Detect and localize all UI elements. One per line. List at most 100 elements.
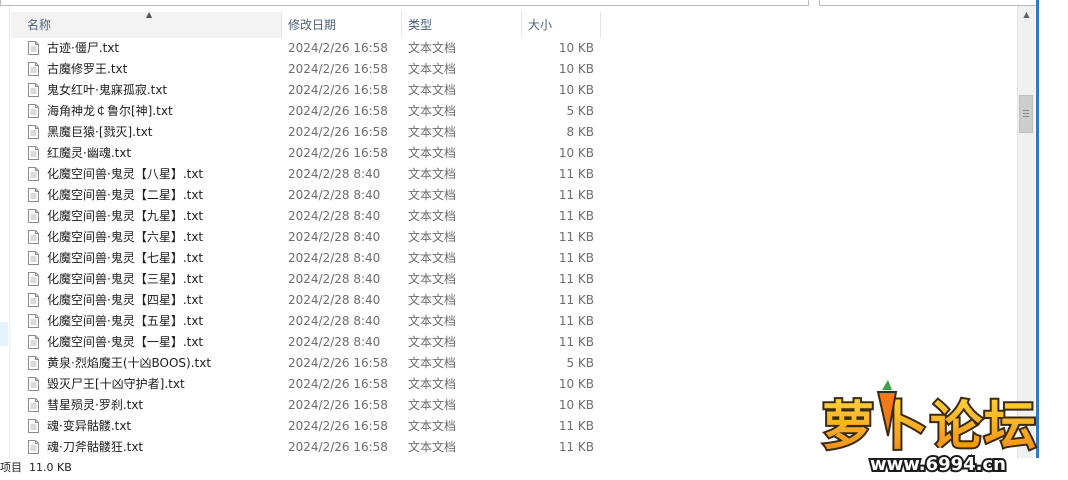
file-date: 2024/2/28 8:40 (288, 209, 381, 223)
sort-ascending-icon: ▲ (146, 10, 153, 19)
file-date: 2024/2/28 8:40 (288, 230, 381, 244)
text-file-icon (28, 104, 39, 118)
file-size: 10 KB (558, 377, 594, 391)
file-size: 10 KB (558, 398, 594, 412)
text-file-icon (28, 356, 39, 370)
file-type: 文本文档 (408, 293, 457, 307)
file-row[interactable]: 化魔空间兽·鬼灵【一星】.txt 2024/2/28 8:40 文本文档 11 KB (11, 332, 601, 353)
file-type: 文本文档 (408, 188, 457, 202)
text-file-icon (28, 83, 39, 97)
file-type: 文本文档 (408, 146, 457, 160)
file-row[interactable]: 红魔灵·幽魂.txt 2024/2/26 16:58 文本文档 10 KB (11, 143, 601, 164)
file-row[interactable]: 化魔空间兽·鬼灵【五星】.txt 2024/2/28 8:40 文本文档 11 KB (11, 311, 601, 332)
file-row[interactable]: 魂·刀斧骷髅狂.txt 2024/2/26 16:58 文本文档 11 KB (11, 437, 601, 458)
text-file-icon (28, 230, 39, 244)
search-box[interactable] (819, 0, 1041, 6)
file-type: 文本文档 (408, 440, 457, 454)
file-type: 文本文档 (408, 419, 457, 433)
file-size: 11 KB (558, 209, 594, 223)
file-row[interactable]: 毁灭尸王[十凶守护者].txt 2024/2/26 16:58 文本文档 10 KB (11, 374, 601, 395)
file-type: 文本文档 (408, 356, 457, 370)
file-row[interactable]: 化魔空间兽·鬼灵【六星】.txt 2024/2/28 8:40 文本文档 11 KB (11, 227, 601, 248)
text-file-icon (28, 146, 39, 160)
file-date: 2024/2/26 16:58 (288, 146, 388, 160)
text-file-icon (28, 41, 39, 55)
column-header-type[interactable]: 类型 (402, 12, 522, 38)
file-row[interactable]: 化魔空间兽·鬼灵【七星】.txt 2024/2/28 8:40 文本文档 11 KB (11, 248, 601, 269)
file-row[interactable]: 化魔空间兽·鬼灵【二星】.txt 2024/2/28 8:40 文本文档 11 KB (11, 185, 601, 206)
file-date: 2024/2/28 8:40 (288, 335, 381, 349)
file-name: 古魔修罗王.txt (47, 62, 128, 76)
nav-selected-item[interactable] (0, 322, 8, 346)
address-bar[interactable] (0, 0, 809, 6)
file-name: 化魔空间兽·鬼灵【八星】.txt (47, 167, 204, 181)
file-name: 海角神龙￠鲁尔[神].txt (47, 104, 173, 118)
file-date: 2024/2/28 8:40 (288, 272, 381, 286)
file-date: 2024/2/26 16:58 (288, 41, 388, 55)
text-file-icon (28, 125, 39, 139)
column-header-name[interactable]: ▲ 名称 (11, 10, 282, 38)
file-name: 毁灭尸王[十凶守护者].txt (47, 377, 185, 391)
file-name: 化魔空间兽·鬼灵【六星】.txt (47, 230, 204, 244)
status-items-label: 项目 (0, 461, 22, 474)
text-file-icon (28, 209, 39, 223)
text-file-icon (28, 419, 39, 433)
file-date: 2024/2/28 8:40 (288, 251, 381, 265)
text-file-icon (28, 314, 39, 328)
file-name: 化魔空间兽·鬼灵【五星】.txt (47, 314, 204, 328)
file-date: 2024/2/28 8:40 (288, 293, 381, 307)
file-size: 11 KB (558, 335, 594, 349)
file-date: 2024/2/26 16:58 (288, 419, 388, 433)
file-type: 文本文档 (408, 251, 457, 265)
file-date: 2024/2/26 16:58 (288, 356, 388, 370)
file-name: 黄泉·烈焰魔王(十凶BOOS).txt (47, 356, 212, 370)
column-header-date[interactable]: 修改日期 (282, 12, 402, 38)
file-row[interactable]: 古迹·僵尸.txt 2024/2/26 16:58 文本文档 10 KB (11, 38, 601, 59)
file-date: 2024/2/26 16:58 (288, 62, 388, 76)
file-row[interactable]: 海角神龙￠鲁尔[神].txt 2024/2/26 16:58 文本文档 5 KB (11, 101, 601, 122)
file-row[interactable]: 化魔空间兽·鬼灵【八星】.txt 2024/2/28 8:40 文本文档 11 KB (11, 164, 601, 185)
file-type: 文本文档 (408, 83, 457, 97)
file-size: 11 KB (558, 440, 594, 454)
column-header-size[interactable]: 大小 (522, 12, 601, 38)
file-type: 文本文档 (408, 62, 457, 76)
file-name: 古迹·僵尸.txt (47, 41, 120, 55)
file-row[interactable]: 鬼女红叶·鬼寐孤寂.txt 2024/2/26 16:58 文本文档 10 KB (11, 80, 601, 101)
file-type: 文本文档 (408, 314, 457, 328)
file-size: 10 KB (558, 146, 594, 160)
text-file-icon (28, 188, 39, 202)
text-file-icon (28, 398, 39, 412)
file-name: 魂·刀斧骷髅狂.txt (47, 440, 144, 454)
file-row[interactable]: 化魔空间兽·鬼灵【三星】.txt 2024/2/28 8:40 文本文档 11 KB (11, 269, 601, 290)
scroll-up-icon[interactable]: ▲ (1018, 6, 1035, 23)
file-size: 11 KB (558, 272, 594, 286)
file-name: 黑魔巨猿·[戮灭].txt (47, 125, 153, 139)
file-type: 文本文档 (408, 125, 457, 139)
column-header-name-label: 名称 (27, 18, 52, 32)
file-row[interactable]: 彗星殒灵·罗刹.txt 2024/2/26 16:58 文本文档 10 KB (11, 395, 601, 416)
file-name: 魂·变异骷髅.txt (47, 419, 132, 433)
file-type: 文本文档 (408, 230, 457, 244)
file-row[interactable]: 化魔空间兽·鬼灵【九星】.txt 2024/2/28 8:40 文本文档 11 KB (11, 206, 601, 227)
navigation-pane[interactable] (0, 6, 10, 458)
file-type: 文本文档 (408, 335, 457, 349)
file-row[interactable]: 魂·变异骷髅.txt 2024/2/26 16:58 文本文档 11 KB (11, 416, 601, 437)
file-date: 2024/2/28 8:40 (288, 314, 381, 328)
file-name: 化魔空间兽·鬼灵【一星】.txt (47, 335, 204, 349)
file-row[interactable]: 古魔修罗王.txt 2024/2/26 16:58 文本文档 10 KB (11, 59, 601, 80)
file-row[interactable]: 化魔空间兽·鬼灵【四星】.txt 2024/2/28 8:40 文本文档 11 KB (11, 290, 601, 311)
scrollbar-thumb[interactable] (1019, 95, 1033, 133)
file-size: 11 KB (558, 167, 594, 181)
file-date: 2024/2/26 16:58 (288, 104, 388, 118)
file-type: 文本文档 (408, 41, 457, 55)
file-row[interactable]: 黑魔巨猿·[戮灭].txt 2024/2/26 16:58 文本文档 8 KB (11, 122, 601, 143)
file-row[interactable]: 黄泉·烈焰魔王(十凶BOOS).txt 2024/2/26 16:58 文本文档 5 … (11, 353, 601, 374)
file-name: 鬼女红叶·鬼寐孤寂.txt (47, 83, 168, 97)
file-size: 11 KB (558, 293, 594, 307)
file-size: 10 KB (558, 62, 594, 76)
watermark-url: www.6994.cn (870, 454, 1006, 475)
file-name: 红魔灵·幽魂.txt (47, 146, 132, 160)
status-selected-size: 11.0 KB (29, 461, 72, 474)
file-name: 化魔空间兽·鬼灵【二星】.txt (47, 188, 204, 202)
file-name: 化魔空间兽·鬼灵【三星】.txt (47, 272, 204, 286)
